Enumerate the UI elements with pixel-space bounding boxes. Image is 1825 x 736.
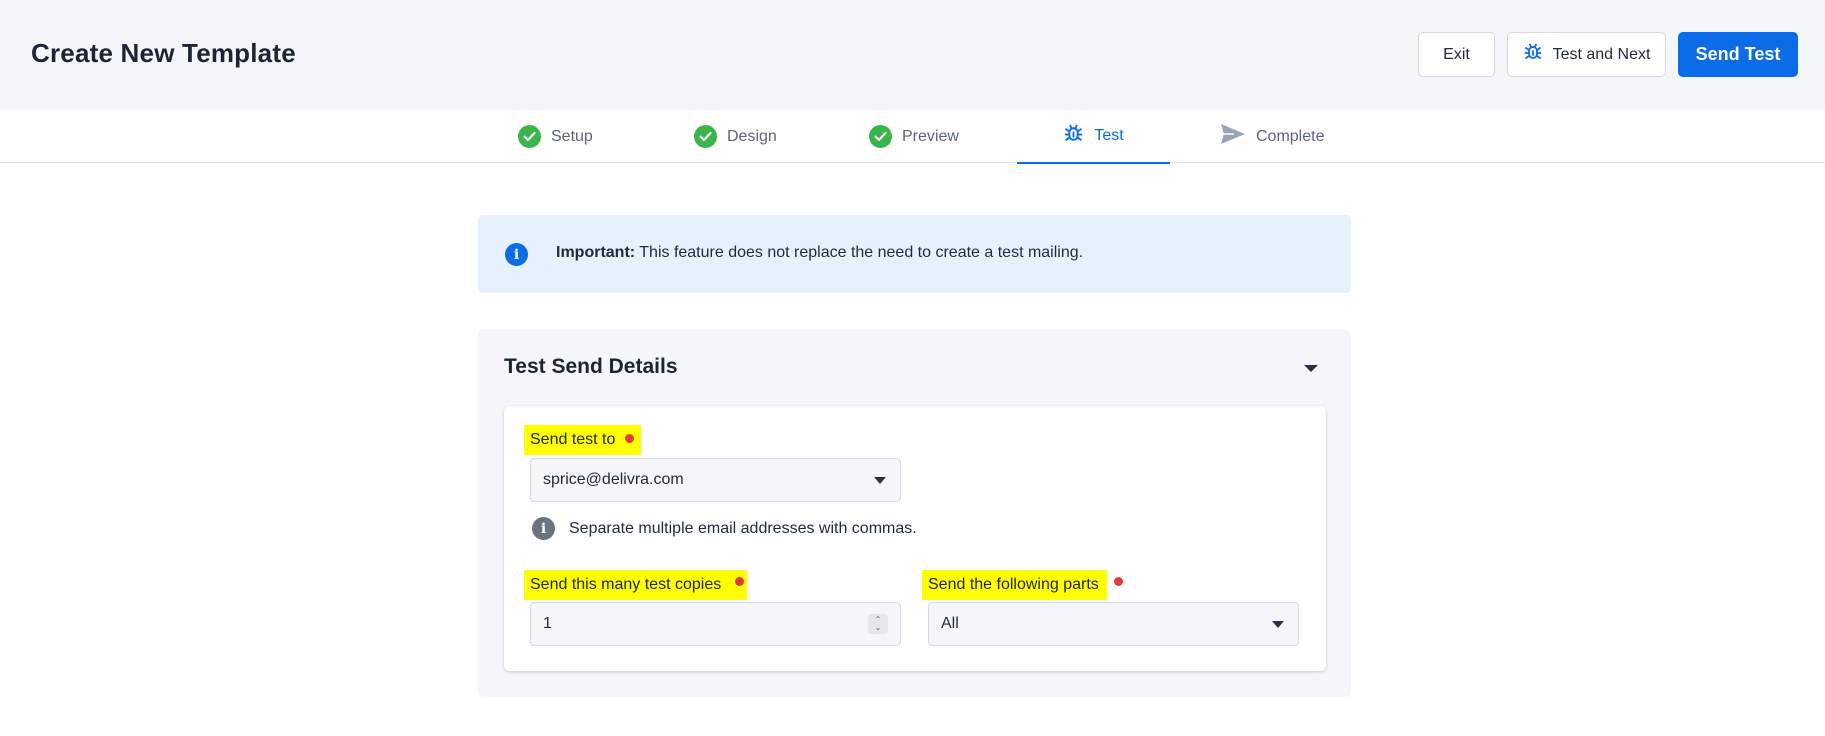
check-circle-icon bbox=[518, 125, 541, 148]
check-circle-icon bbox=[694, 125, 717, 148]
send-icon bbox=[1220, 123, 1246, 150]
bug-icon bbox=[1523, 42, 1543, 67]
parts-select[interactable]: All bbox=[928, 602, 1299, 646]
parts-label: Send the following parts bbox=[922, 570, 1107, 600]
test-send-form: Send test to sprice@delivra.com i Separa… bbox=[504, 406, 1326, 671]
alert-strong: Important: bbox=[556, 244, 636, 261]
step-label: Complete bbox=[1256, 127, 1325, 145]
wizard-steps: Setup Design Preview Test Complete bbox=[0, 110, 1825, 164]
required-indicator bbox=[625, 434, 635, 443]
send-to-value: sprice@delivra.com bbox=[543, 471, 684, 488]
card-title: Test Send Details bbox=[504, 355, 678, 378]
required-indicator bbox=[735, 577, 745, 586]
copies-number-input[interactable]: 1 ⌃ ⌄ bbox=[530, 602, 901, 646]
required-indicator bbox=[1114, 577, 1123, 586]
parts-label-text: Send the following parts bbox=[928, 576, 1099, 593]
page-header: Create New Template Exit Test and Next S… bbox=[0, 0, 1825, 110]
check-circle-icon bbox=[869, 125, 892, 148]
step-label: Test bbox=[1094, 127, 1124, 144]
alert-message: This feature does not replace the need t… bbox=[635, 244, 1084, 261]
number-stepper-icon[interactable]: ⌃ ⌄ bbox=[868, 614, 888, 634]
chevron-down-icon bbox=[1272, 621, 1284, 628]
step-complete[interactable]: Complete bbox=[1220, 110, 1324, 163]
step-label: Setup bbox=[551, 127, 593, 145]
send-to-select[interactable]: sprice@delivra.com bbox=[530, 458, 901, 502]
send-to-label-text: Send test to bbox=[530, 431, 616, 448]
send-to-label: Send test to bbox=[524, 425, 642, 455]
copies-value: 1 bbox=[543, 615, 552, 632]
hint-text: Separate multiple email addresses with c… bbox=[569, 519, 917, 537]
send-test-button[interactable]: Send Test bbox=[1678, 32, 1798, 77]
step-design[interactable]: Design bbox=[694, 110, 777, 163]
parts-value: All bbox=[941, 615, 959, 632]
test-and-next-label: Test and Next bbox=[1552, 45, 1651, 63]
step-setup[interactable]: Setup bbox=[518, 110, 593, 163]
copies-label: Send this many test copies bbox=[524, 570, 748, 600]
page-title: Create New Template bbox=[31, 38, 296, 68]
step-label: Preview bbox=[902, 127, 959, 145]
bug-icon bbox=[1063, 123, 1084, 149]
exit-button[interactable]: Exit bbox=[1418, 32, 1495, 77]
step-test[interactable]: Test bbox=[1017, 110, 1170, 164]
important-alert: i Important: This feature does not repla… bbox=[478, 215, 1351, 293]
copies-label-text: Send this many test copies bbox=[530, 576, 722, 593]
step-label: Design bbox=[727, 127, 777, 145]
test-and-next-button[interactable]: Test and Next bbox=[1507, 32, 1666, 77]
info-icon: i bbox=[532, 517, 555, 540]
info-icon: i bbox=[505, 243, 528, 266]
test-send-details-card: Test Send Details Send test to sprice@de… bbox=[478, 329, 1351, 697]
step-preview[interactable]: Preview bbox=[869, 110, 959, 163]
collapse-caret-icon[interactable] bbox=[1304, 365, 1318, 372]
alert-text: Important: This feature does not replace… bbox=[556, 244, 1083, 262]
chevron-down-icon bbox=[874, 477, 886, 484]
send-to-hint: i Separate multiple email addresses with… bbox=[532, 517, 917, 540]
